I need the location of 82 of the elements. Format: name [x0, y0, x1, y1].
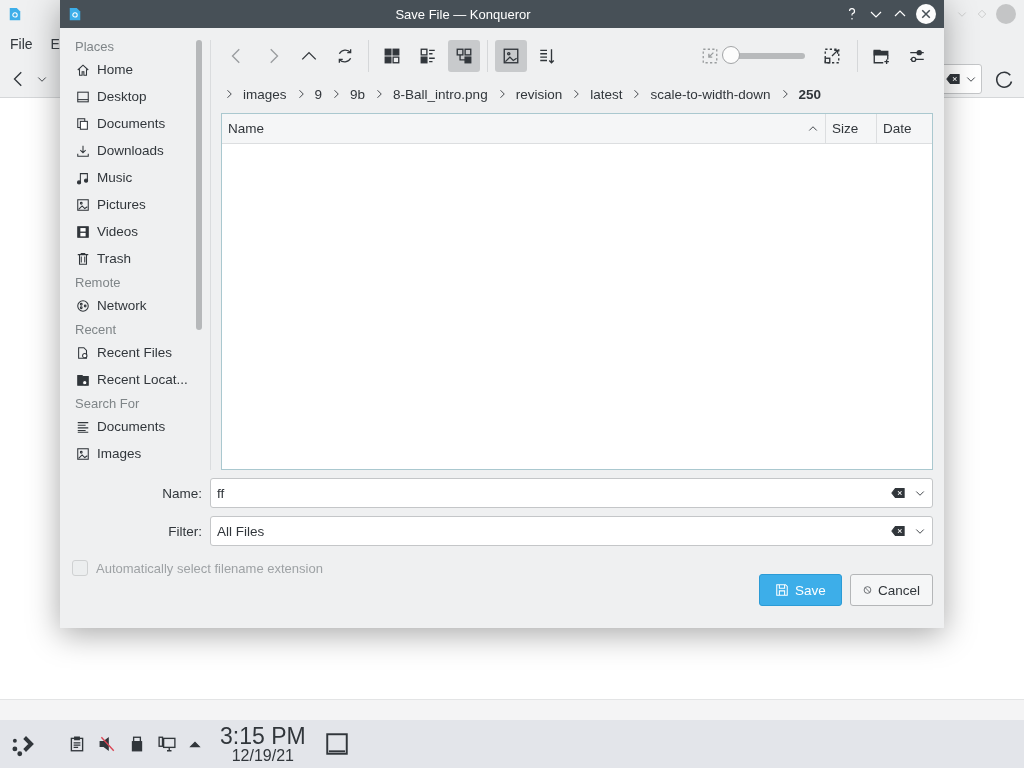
places-item[interactable]: Recent Files — [74, 339, 196, 366]
house-icon — [76, 62, 90, 77]
places-item[interactable]: Documents — [74, 413, 196, 440]
diamond-icon — [976, 8, 988, 20]
places-item[interactable]: Music — [74, 164, 196, 191]
window-title: Save File — Konqueror — [394, 6, 532, 22]
clock-date[interactable]: 12/19/21 — [231, 747, 294, 764]
places-item[interactable]: Images — [74, 440, 196, 467]
close-button[interactable] — [916, 4, 936, 24]
places-item[interactable]: Home — [74, 56, 196, 83]
clipboard-icon — [68, 735, 86, 753]
app-icon — [8, 6, 22, 22]
picture-icon — [502, 47, 520, 65]
grid-view-icon — [383, 47, 401, 65]
text-lines-icon — [76, 419, 90, 434]
picture-icon — [76, 446, 90, 461]
network-icon — [76, 298, 90, 313]
breadcrumb-item[interactable]: revision — [513, 86, 565, 102]
section-header: Recent — [74, 320, 118, 339]
breadcrumb-item[interactable]: 9b — [348, 86, 368, 102]
breadcrumb-item[interactable]: images — [241, 86, 289, 102]
section-header: Search For — [74, 394, 141, 413]
view-mode-button[interactable] — [448, 40, 480, 72]
preview-button[interactable] — [495, 40, 527, 72]
places-item[interactable]: Pictures — [74, 191, 196, 218]
recent-folder-icon — [76, 372, 90, 387]
sort-icon — [538, 47, 556, 65]
clock-time[interactable]: 3:15 PM — [220, 724, 306, 748]
cancel-icon — [863, 583, 872, 597]
slider-thumb[interactable] — [722, 46, 740, 64]
places-item[interactable]: Desktop — [74, 83, 196, 110]
tree-view-icon — [455, 47, 473, 65]
menu-item[interactable]: E — [50, 36, 60, 52]
new-folder-icon — [872, 47, 890, 65]
section-header: Remote — [74, 273, 122, 292]
column-header[interactable]: Name — [222, 114, 826, 143]
clear-icon — [890, 524, 906, 538]
close-icon — [996, 4, 1016, 24]
checkbox-label: Automatically select filename extension — [96, 560, 323, 576]
column-header[interactable]: Date — [877, 114, 932, 143]
breadcrumb-item[interactable]: scale-to-width-down — [648, 86, 773, 102]
clear-icon — [945, 71, 961, 86]
column-header[interactable]: Size — [826, 114, 877, 143]
muted-speaker-icon — [98, 735, 116, 753]
show-desktop-icon — [323, 731, 350, 757]
trash-icon — [76, 251, 90, 266]
monitor-icon — [76, 89, 90, 104]
section-header: Places — [74, 37, 116, 56]
film-icon — [76, 224, 90, 239]
close-icon — [920, 8, 932, 20]
reload-icon — [336, 47, 354, 65]
places-item[interactable]: Network — [74, 292, 196, 319]
places-item[interactable]: Recent Locat... — [74, 366, 196, 393]
app-icon — [68, 6, 82, 22]
places-item[interactable]: Videos — [74, 218, 196, 245]
cancel-button[interactable]: Cancel — [850, 574, 933, 606]
recent-file-icon — [76, 345, 90, 360]
zoom-slider[interactable] — [723, 46, 805, 66]
breadcrumb-item[interactable]: 8-Ball_intro.png — [391, 86, 490, 102]
reload-icon — [994, 68, 1014, 89]
combo-box[interactable]: ff — [210, 478, 933, 508]
download-icon — [76, 143, 90, 158]
music-note-icon — [76, 170, 90, 185]
picture-icon — [76, 197, 90, 212]
breadcrumb-item[interactable]: 250 — [796, 86, 824, 102]
field-label: Filter: — [167, 523, 202, 539]
breadcrumb-item[interactable]: 9 — [312, 86, 325, 102]
field-label: Name: — [161, 485, 202, 501]
breadcrumb-item[interactable]: latest — [588, 86, 625, 102]
combo-box[interactable]: All Files — [210, 516, 933, 546]
places-item[interactable]: Trash — [74, 245, 196, 272]
places-item[interactable]: Downloads — [74, 137, 196, 164]
sliders-icon — [908, 47, 926, 65]
scrollbar-thumb[interactable] — [196, 40, 202, 330]
places-item[interactable]: Documents — [74, 110, 196, 137]
documents-icon — [76, 116, 90, 131]
list-view-icon — [419, 47, 437, 65]
network-monitor-icon — [158, 735, 176, 753]
zoom-in-icon — [823, 47, 841, 65]
clear-icon — [890, 486, 906, 500]
zoom-out-icon — [701, 47, 719, 65]
menu-item[interactable]: File — [10, 36, 33, 52]
